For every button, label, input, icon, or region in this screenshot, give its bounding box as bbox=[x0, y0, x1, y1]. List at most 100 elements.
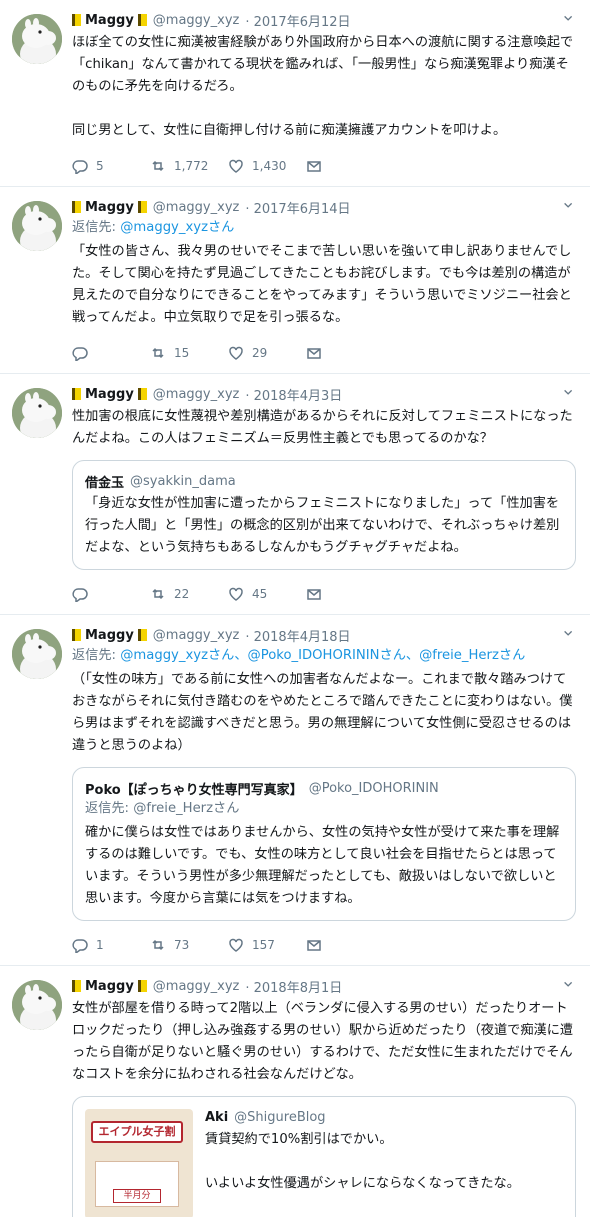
tweet-text: 女性が部屋を借りる時って2階以上（ベランダに侵入する男のせい）だったりオートロッ… bbox=[72, 1001, 574, 1082]
reply-prefix: 返信先: bbox=[72, 648, 121, 663]
tweet-menu-button[interactable] bbox=[562, 978, 576, 992]
quoted-display-name: 借金玉 bbox=[85, 475, 125, 491]
moomin-avatar-image bbox=[12, 388, 62, 438]
tweet-header: Maggy @maggy_xyz · 2017年6月12日 bbox=[72, 10, 576, 30]
flag-icon bbox=[72, 388, 81, 400]
like-button[interactable]: 157 bbox=[228, 937, 306, 953]
reply-to-link[interactable]: @maggy_xyzさん bbox=[120, 220, 234, 235]
like-button[interactable]: 45 bbox=[228, 586, 306, 602]
dm-button[interactable] bbox=[306, 158, 384, 174]
reply-button[interactable] bbox=[72, 586, 150, 602]
quoted-tweet[interactable]: 借金玉 @syakkin_dama 「身近な女性が性加害に遭ったからフェミニストにな… bbox=[72, 460, 576, 570]
retweet-count: 15 bbox=[174, 346, 190, 360]
retweet-button[interactable]: 73 bbox=[150, 937, 228, 953]
tweet-menu-button[interactable] bbox=[562, 386, 576, 400]
avatar[interactable] bbox=[12, 14, 62, 64]
quoted-text: 「身近な女性が性加害に遭ったからフェミニストになりました」って「性加害を行った人… bbox=[85, 496, 560, 555]
reply-prefix: 返信先: bbox=[72, 220, 121, 235]
tweet-header: Maggy @maggy_xyz · 2017年6月14日 bbox=[72, 197, 576, 217]
flag-icon bbox=[137, 201, 147, 213]
retweet-button[interactable]: 1,772 bbox=[150, 158, 228, 174]
reply-to-link[interactable]: @maggy_xyzさん、@Poko_IDOHORININさん、@freie_H… bbox=[120, 648, 525, 663]
tweet[interactable]: Maggy @maggy_xyz · 2018年8月1日女性が部屋を借りる時って2階… bbox=[0, 966, 590, 1217]
reply-icon bbox=[72, 939, 88, 953]
quoted-display-name: Poko【ぽっちゃり女性専門写真家】 bbox=[85, 782, 303, 798]
retweet-icon bbox=[152, 939, 164, 951]
tweet-text: ほぼ全ての女性に痴漢被害経験があり外国政府から日本への渡航に関する注意喚起で「c… bbox=[72, 35, 574, 138]
tweet[interactable]: Maggy @maggy_xyz · 2017年6月12日ほぼ全ての女性に痴漢被害経… bbox=[0, 0, 590, 187]
dm-button[interactable] bbox=[306, 586, 384, 602]
tweet[interactable]: Maggy @maggy_xyz · 2018年4月3日 性加害の根底に女性蔑視や差別… bbox=[0, 374, 590, 615]
tweet-actions: 22 45 bbox=[72, 574, 576, 614]
retweet-icon bbox=[152, 588, 164, 600]
display-name[interactable]: Maggy bbox=[85, 979, 134, 994]
tweet-text: 「女性の皆さん、我々男のせいでそこまで苦しい思いを強いて申し訳ありませんでした。… bbox=[72, 244, 572, 325]
quoted-header: Poko【ぽっちゃり女性専門写真家】 @Poko_IDOHORININ bbox=[85, 778, 563, 798]
quoted-header: 借金玉 @syakkin_dama bbox=[85, 471, 563, 491]
chevron-down-icon bbox=[564, 981, 573, 987]
display-name[interactable]: Maggy bbox=[85, 628, 134, 643]
user-handle[interactable]: @maggy_xyz bbox=[153, 387, 240, 402]
quoted-tweet[interactable]: エイプル女子割 半月分 Aki @ShigureBlog 賃貸契約で10%割引はでかい。… bbox=[72, 1096, 576, 1217]
reply-icon bbox=[72, 160, 88, 174]
user-handle[interactable]: @maggy_xyz bbox=[153, 13, 240, 28]
avatar[interactable] bbox=[12, 388, 62, 438]
like-icon bbox=[229, 587, 243, 601]
reply-button[interactable]: 1 bbox=[72, 937, 150, 953]
quoted-image[interactable]: エイプル女子割 半月分 bbox=[85, 1109, 193, 1217]
tweet-actions: 5 1,772 1,430 bbox=[72, 146, 576, 186]
tweet[interactable]: Maggy @maggy_xyz · 2018年4月18日返信先: @maggy_x… bbox=[0, 615, 590, 966]
dm-button[interactable] bbox=[306, 937, 384, 953]
dm-button[interactable] bbox=[306, 345, 384, 361]
tweet-menu-button[interactable] bbox=[562, 199, 576, 213]
user-handle[interactable]: @maggy_xyz bbox=[153, 628, 240, 643]
like-icon bbox=[229, 346, 243, 360]
display-name[interactable]: Maggy bbox=[85, 387, 134, 402]
avatar[interactable] bbox=[12, 980, 62, 1030]
chevron-down-icon bbox=[564, 630, 573, 636]
tweet-date[interactable]: · 2017年6月14日 bbox=[245, 198, 350, 217]
display-name[interactable]: Maggy bbox=[85, 200, 134, 215]
like-icon bbox=[229, 938, 243, 952]
quoted-user-handle: @Poko_IDOHORININ bbox=[308, 780, 439, 796]
dm-icon bbox=[307, 161, 321, 172]
tweet-header: Maggy @maggy_xyz · 2018年4月18日 bbox=[72, 625, 576, 645]
quoted-tweet[interactable]: Poko【ぽっちゃり女性専門写真家】 @Poko_IDOHORININ 返信先: @… bbox=[72, 767, 576, 921]
flag-icon bbox=[72, 201, 81, 213]
quoted-body: Aki @ShigureBlog 賃貸契約で10%割引はでかい。 いよいよ女性優遇が… bbox=[193, 1097, 532, 1217]
reply-icon bbox=[72, 588, 88, 602]
reply-count: 1 bbox=[96, 938, 104, 952]
avatar[interactable] bbox=[12, 201, 62, 251]
retweet-button[interactable]: 22 bbox=[150, 586, 228, 602]
like-button[interactable]: 29 bbox=[228, 345, 306, 361]
flag-icon bbox=[137, 388, 147, 400]
reply-button[interactable]: 5 bbox=[72, 158, 150, 174]
quoted-header: Aki @ShigureBlog bbox=[205, 1107, 520, 1127]
user-handle[interactable]: @maggy_xyz bbox=[153, 979, 240, 994]
tweet-date[interactable]: · 2018年4月18日 bbox=[245, 626, 350, 645]
tweet-menu-button[interactable] bbox=[562, 627, 576, 641]
user-handle[interactable]: @maggy_xyz bbox=[153, 200, 240, 215]
tweet-text: （「女性の味方」である前に女性への加害者なんだよなー。これまで散々踏みつけておき… bbox=[72, 672, 573, 753]
image-label: エイプル女子割 bbox=[91, 1121, 183, 1143]
timeline: Maggy @maggy_xyz · 2017年6月12日ほぼ全ての女性に痴漢被害経… bbox=[0, 0, 590, 1217]
tweet-date[interactable]: · 2018年8月1日 bbox=[245, 977, 342, 996]
moomin-avatar-image bbox=[12, 980, 62, 1030]
tweet-date[interactable]: · 2017年6月12日 bbox=[245, 11, 350, 30]
retweet-button[interactable]: 15 bbox=[150, 345, 228, 361]
display-name[interactable]: Maggy bbox=[85, 13, 134, 28]
quoted-reply-context: 返信先: @freie_Herzさん bbox=[85, 798, 563, 820]
flag-icon bbox=[137, 629, 147, 641]
flag-icon bbox=[137, 980, 147, 992]
tweet-menu-button[interactable] bbox=[562, 12, 576, 26]
tweet[interactable]: Maggy @maggy_xyz · 2017年6月14日返信先: @maggy_x… bbox=[0, 187, 590, 374]
quoted-user-handle: @syakkin_dama bbox=[130, 473, 236, 489]
like-button[interactable]: 1,430 bbox=[228, 158, 306, 174]
like-count: 1,430 bbox=[252, 159, 287, 173]
tweet-actions: 15 29 bbox=[72, 333, 576, 373]
reply-button[interactable] bbox=[72, 345, 150, 361]
avatar[interactable] bbox=[12, 629, 62, 679]
tweet-date[interactable]: · 2018年4月3日 bbox=[245, 385, 342, 404]
retweet-icon bbox=[152, 347, 164, 359]
quoted-display-name: Aki bbox=[205, 1109, 229, 1125]
